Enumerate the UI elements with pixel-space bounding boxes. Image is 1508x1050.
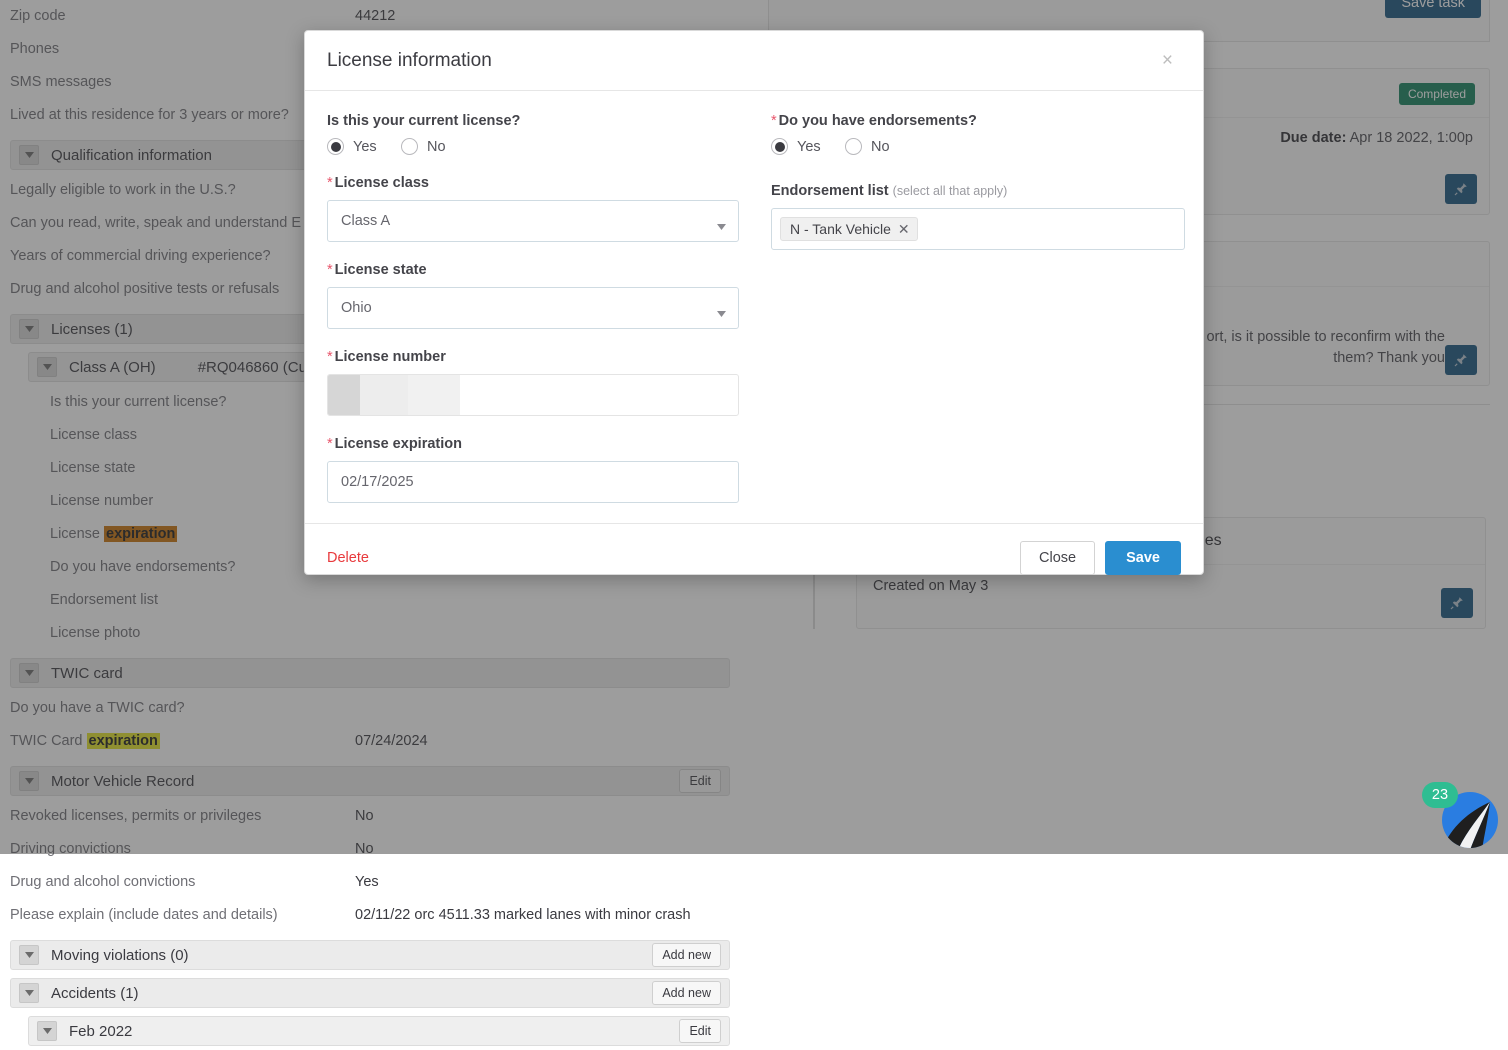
save-license-button[interactable]: Save — [1105, 541, 1181, 575]
add-new-moving-violation-button[interactable]: Add new — [652, 943, 721, 967]
chat-unread-badge: 23 — [1422, 782, 1458, 808]
add-new-accident-button[interactable]: Add new — [652, 981, 721, 1005]
radio-group-current-license: Yes No — [327, 138, 739, 155]
field-license-state: *License state Ohio — [327, 262, 739, 329]
radio-on-icon[interactable] — [327, 138, 344, 155]
license-class-value: Class A — [341, 213, 390, 229]
field-license-class: *License class Class A — [327, 175, 739, 242]
endorsement-list-multiselect[interactable]: N - Tank Vehicle ✕ — [771, 208, 1185, 250]
chevron-down-icon[interactable] — [717, 305, 726, 321]
required-asterisk: * — [327, 349, 333, 365]
license-information-modal: License information × Is this your curre… — [304, 30, 1204, 575]
modal-body: Is this your current license? Yes No *Li… — [305, 91, 1203, 523]
skeleton-bar — [360, 375, 408, 415]
skeleton-bar — [328, 375, 360, 415]
edit-accident-button[interactable]: Edit — [679, 1019, 721, 1043]
field-label: *Do you have endorsements? — [771, 113, 1185, 129]
caret-down-icon[interactable] — [37, 1021, 57, 1041]
modal-right-column: *Do you have endorsements? Yes No Endors… — [771, 113, 1185, 523]
endorsement-chip-label: N - Tank Vehicle — [790, 221, 891, 237]
required-asterisk: * — [771, 113, 777, 129]
radio-current-license-yes[interactable]: Yes — [327, 138, 401, 155]
footer-actions: Close Save — [1020, 541, 1181, 575]
detail-row: Drug and alcohol convictions Yes — [0, 866, 740, 899]
radio-label: Yes — [353, 139, 377, 155]
field-hint: (select all that apply) — [893, 184, 1008, 198]
required-asterisk: * — [327, 175, 333, 191]
close-icon[interactable]: ✕ — [898, 222, 910, 236]
field-license-number: *License number — [327, 349, 739, 416]
caret-down-icon[interactable] — [19, 983, 39, 1003]
modal-left-column: Is this your current license? Yes No *Li… — [327, 113, 739, 523]
field-license-expiration: *License expiration 02/17/2025 — [327, 436, 739, 503]
field-has-endorsements: *Do you have endorsements? Yes No — [771, 113, 1185, 155]
field-label: *License expiration — [327, 436, 739, 452]
field-label-text: License state — [335, 262, 427, 278]
chevron-down-icon[interactable] — [717, 218, 726, 234]
license-class-select[interactable]: Class A — [327, 200, 739, 242]
radio-off-icon[interactable] — [401, 138, 418, 155]
caret-down-icon[interactable] — [19, 945, 39, 965]
endorsement-chip: N - Tank Vehicle ✕ — [780, 217, 918, 241]
modal-header: License information × — [305, 31, 1203, 91]
license-expiration-value: 02/17/2025 — [341, 474, 414, 490]
accident-entry-header[interactable]: Feb 2022 Edit — [28, 1016, 730, 1046]
field-label: *License state — [327, 262, 739, 278]
field-label-text: Endorsement list — [771, 183, 889, 199]
radio-label: Yes — [797, 139, 821, 155]
license-state-value: Ohio — [341, 300, 372, 316]
license-expiration-input[interactable]: 02/17/2025 — [327, 461, 739, 503]
field-label: Is this your current license? — [327, 113, 739, 129]
skeleton-bar — [408, 375, 460, 415]
detail-value: Yes — [355, 872, 379, 893]
field-label-text: License number — [335, 349, 446, 365]
field-label: *License number — [327, 349, 739, 365]
radio-endorsements-yes[interactable]: Yes — [771, 138, 845, 155]
radio-label: No — [427, 139, 446, 155]
section-header-moving-violations[interactable]: Moving violations (0) Add new — [10, 940, 730, 970]
radio-current-license-no[interactable]: No — [401, 138, 475, 155]
delete-license-button[interactable]: Delete — [327, 550, 369, 566]
radio-off-icon[interactable] — [845, 138, 862, 155]
close-modal-button[interactable]: Close — [1020, 541, 1095, 575]
modal-footer: Delete Close Save — [305, 523, 1203, 591]
required-asterisk: * — [327, 436, 333, 452]
detail-row: Please explain (include dates and detail… — [0, 899, 740, 932]
section-header-accidents[interactable]: Accidents (1) Add new — [10, 978, 730, 1008]
field-label-text: License expiration — [335, 436, 462, 452]
field-endorsement-list: Endorsement list (select all that apply)… — [771, 183, 1185, 250]
accident-entry-title: Feb 2022 — [69, 1023, 679, 1040]
field-label: Endorsement list (select all that apply) — [771, 183, 1185, 199]
chat-widget[interactable]: 23 — [1418, 782, 1502, 848]
license-number-input[interactable] — [327, 374, 739, 416]
section-title: Moving violations (0) — [51, 947, 652, 964]
radio-endorsements-no[interactable]: No — [845, 138, 919, 155]
close-icon[interactable]: × — [1156, 49, 1179, 72]
required-asterisk: * — [327, 262, 333, 278]
license-state-select[interactable]: Ohio — [327, 287, 739, 329]
detail-label: Please explain (include dates and detail… — [10, 905, 355, 926]
radio-on-icon[interactable] — [771, 138, 788, 155]
section-title: Accidents (1) — [51, 985, 652, 1002]
radio-group-endorsements: Yes No — [771, 138, 1185, 155]
detail-value: 02/11/22 orc 4511.33 marked lanes with m… — [355, 905, 691, 926]
field-label-text: License class — [335, 175, 429, 191]
field-current-license: Is this your current license? Yes No — [327, 113, 739, 155]
radio-label: No — [871, 139, 890, 155]
detail-label: Drug and alcohol convictions — [10, 872, 355, 893]
field-label-text: Do you have endorsements? — [779, 113, 977, 129]
modal-title: License information — [327, 50, 492, 72]
field-label: *License class — [327, 175, 739, 191]
